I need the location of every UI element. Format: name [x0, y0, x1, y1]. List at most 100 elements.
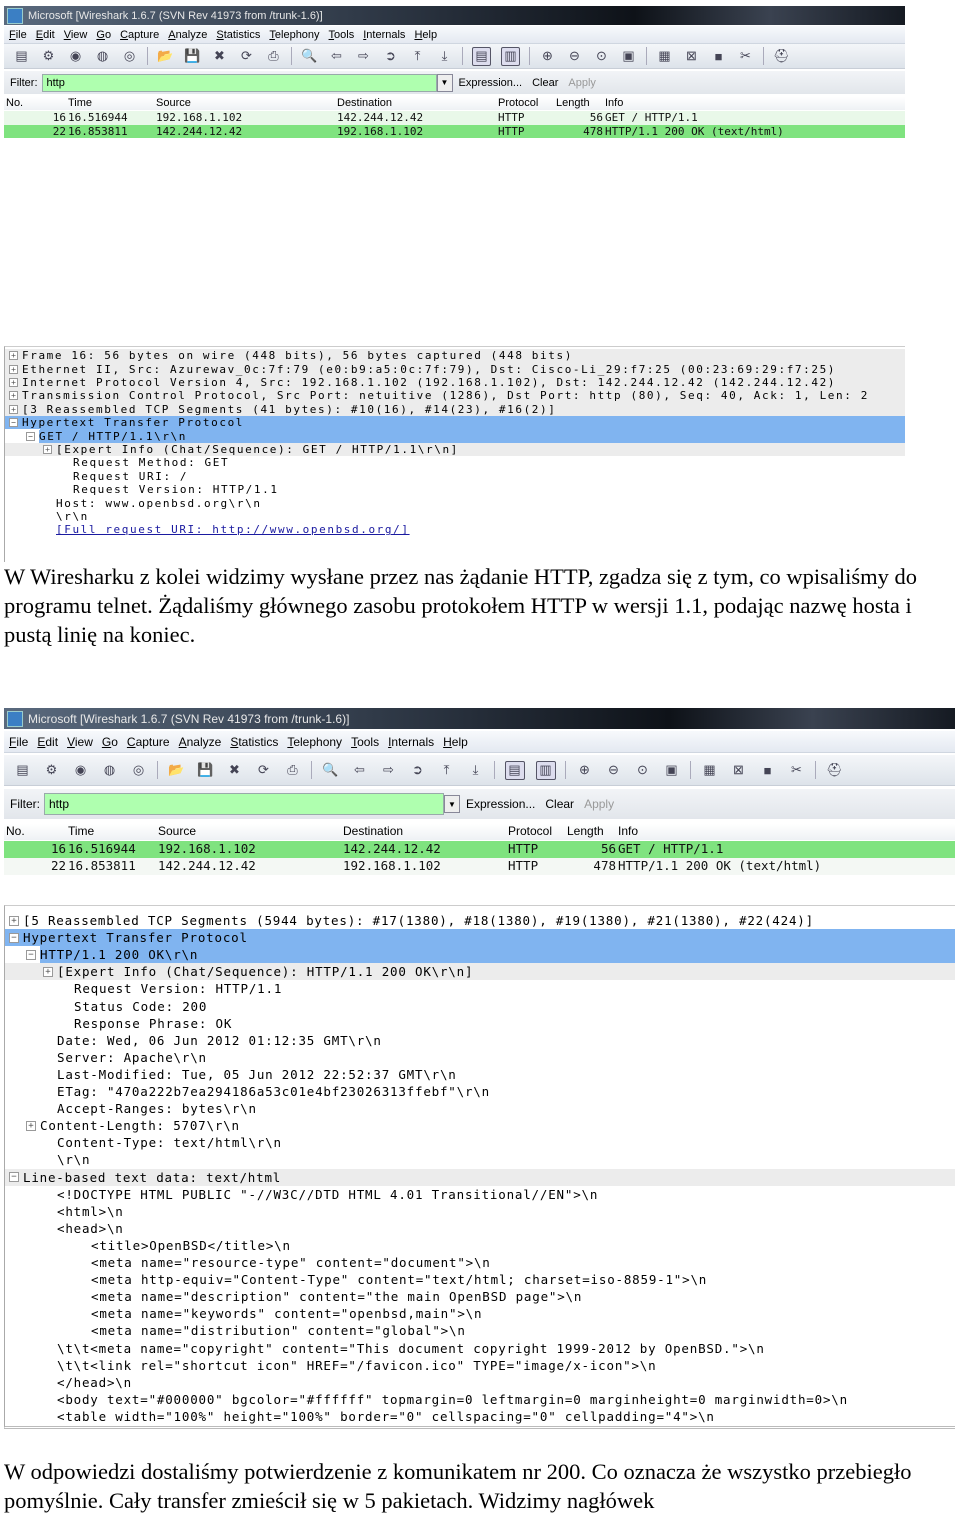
chevron-down-icon[interactable]: ▼ [436, 73, 453, 92]
detail-row[interactable]: Request Method: GET [5, 456, 905, 469]
print-icon[interactable]: ⎙ [284, 762, 302, 779]
menu-help[interactable]: Help [443, 735, 468, 749]
zoom-out-icon[interactable]: ⊖ [566, 48, 583, 65]
column-header-destination[interactable]: Destination [337, 97, 392, 109]
packet-row[interactable]: 22 16.853811 142.244.12.42 192.168.1.102 HTT… [4, 124, 905, 138]
go-to-packet-icon[interactable]: ➲ [382, 48, 399, 65]
column-header-source[interactable]: Source [156, 97, 191, 109]
open-file-icon[interactable]: 📂 [157, 48, 174, 65]
display-filters-icon[interactable]: ⊠ [683, 48, 700, 65]
detail-row[interactable]: − HTTP/1.1 200 OK\r\n [5, 946, 955, 964]
expand-icon[interactable]: + [9, 915, 19, 926]
close-file-icon[interactable]: ✖ [211, 48, 228, 65]
detail-row[interactable]: <head>\n [5, 1220, 955, 1237]
column-header-source[interactable]: Source [158, 824, 196, 838]
detail-row[interactable]: + [3 Reassembled TCP Segments (41 bytes):… [5, 402, 905, 416]
packet-row[interactable]: 16 16.516944 192.168.1.102 142.244.12.42 HTT… [4, 841, 955, 858]
detail-row[interactable]: Request Version: HTTP/1.1 [5, 980, 955, 997]
expand-icon[interactable]: + [26, 1120, 36, 1131]
menu-go[interactable]: Go [102, 735, 118, 749]
go-back-icon[interactable]: ⇦ [328, 48, 345, 65]
detail-row[interactable]: <body text="#000000" bgcolor="#ffffff" t… [5, 1391, 955, 1408]
detail-row[interactable]: <meta http-equiv="Content-Type" content=… [5, 1271, 955, 1288]
detail-row[interactable]: Request Version: HTTP/1.1 [5, 483, 905, 496]
expand-icon[interactable]: + [9, 351, 18, 361]
column-header-time[interactable]: Time [68, 824, 94, 838]
expand-icon[interactable]: + [9, 404, 18, 414]
go-back-icon[interactable]: ⇦ [351, 762, 369, 779]
menu-help[interactable]: Help [414, 29, 437, 41]
detail-row[interactable]: + [Expert Info (Chat/Sequence): HTTP/1.1 … [5, 963, 955, 981]
detail-row[interactable]: Host: www.openbsd.org\r\n [5, 496, 905, 510]
column-header-destination[interactable]: Destination [343, 824, 403, 838]
menu-tools[interactable]: Tools [351, 735, 379, 749]
detail-row[interactable]: + Frame 16: 56 bytes on wire (448 bits), … [5, 349, 905, 363]
apply-button[interactable]: Apply [584, 797, 614, 811]
expression-button[interactable]: Expression... [459, 77, 523, 89]
interface-list-icon[interactable]: ▤ [13, 48, 30, 65]
open-file-icon[interactable]: 📂 [168, 762, 186, 779]
collapse-icon[interactable]: − [9, 932, 19, 943]
menu-tools[interactable]: Tools [329, 29, 355, 41]
detail-row[interactable]: \t\t<meta name="copyright" content="This… [5, 1340, 955, 1357]
go-forward-icon[interactable]: ⇨ [380, 762, 398, 779]
detail-row[interactable]: <!DOCTYPE HTML PUBLIC "-//W3C//DTD HTML … [5, 1186, 955, 1203]
stop-capture-icon[interactable]: ◍ [101, 762, 119, 779]
menu-telephony[interactable]: Telephony [269, 29, 319, 41]
detail-row[interactable]: − Hypertext Transfer Protocol [5, 929, 955, 947]
collapse-icon[interactable]: − [26, 431, 35, 441]
capture-filters-icon[interactable]: ▦ [656, 48, 673, 65]
zoom-normal-icon[interactable]: ⊙ [593, 48, 610, 65]
filter-input[interactable]: http [44, 793, 444, 815]
collapse-icon[interactable]: − [9, 1172, 19, 1183]
expand-icon[interactable]: + [9, 377, 18, 387]
expand-icon[interactable]: + [43, 966, 53, 977]
column-header-length[interactable]: Length [567, 824, 604, 838]
help-icon[interactable]: ⛑ [826, 762, 844, 779]
detail-row[interactable]: <table width="100%" height="100%" border… [5, 1408, 955, 1425]
detail-row[interactable]: + Transmission Control Protocol, Src Port… [5, 389, 905, 403]
detail-row[interactable]: + Internet Protocol Version 4, Src: 192.1… [5, 375, 905, 390]
collapse-icon[interactable]: − [9, 418, 18, 428]
column-header-length[interactable]: Length [556, 97, 590, 109]
save-file-icon[interactable]: 💾 [197, 762, 215, 779]
detail-row[interactable]: + [Expert Info (Chat/Sequence): GET / HTT… [5, 442, 905, 457]
interface-list-icon[interactable]: ▤ [14, 762, 32, 779]
menu-capture[interactable]: Capture [127, 735, 170, 749]
menu-file[interactable]: File [9, 735, 28, 749]
resize-columns-icon[interactable]: ▣ [620, 48, 637, 65]
menu-view[interactable]: View [64, 29, 88, 41]
reload-icon[interactable]: ⟳ [238, 48, 255, 65]
expression-button[interactable]: Expression... [466, 797, 535, 811]
detail-row[interactable]: <html>\n [5, 1203, 955, 1220]
menu-statistics[interactable]: Statistics [230, 735, 278, 749]
detail-row[interactable]: </head>\n [5, 1374, 955, 1391]
detail-row[interactable]: + Ethernet II, Src: Azurewav_0c:7f:79 (e0… [5, 362, 905, 376]
go-first-icon[interactable]: ⤒ [409, 48, 426, 65]
reload-icon[interactable]: ⟳ [255, 762, 273, 779]
colorize-icon[interactable]: ▤ [504, 760, 525, 780]
detail-row[interactable]: − GET / HTTP/1.1\r\n [5, 429, 905, 443]
column-header-protocol[interactable]: Protocol [498, 97, 538, 109]
expand-icon[interactable]: + [43, 444, 52, 454]
menu-analyze[interactable]: Analyze [179, 735, 222, 749]
capture-filters-icon[interactable]: ▦ [701, 762, 719, 779]
expand-icon[interactable]: + [9, 391, 18, 401]
detail-row[interactable]: Accept-Ranges: bytes\r\n [5, 1100, 955, 1117]
detail-row[interactable]: Server: Apache\r\n [5, 1049, 955, 1066]
go-forward-icon[interactable]: ⇨ [355, 48, 372, 65]
detail-row[interactable]: Request URI: / [5, 470, 905, 483]
column-header-no[interactable]: No. [6, 824, 25, 838]
detail-row[interactable]: <meta name="keywords" content="openbsd,m… [5, 1305, 955, 1322]
packet-row[interactable]: 22 16.853811 142.244.12.42 192.168.1.102 HTT… [4, 858, 955, 875]
detail-row[interactable]: Response Phrase: OK [5, 1015, 955, 1032]
detail-row[interactable]: Status Code: 200 [5, 998, 955, 1015]
display-filters-icon[interactable]: ⊠ [730, 762, 748, 779]
menu-go[interactable]: Go [96, 29, 111, 41]
go-to-packet-icon[interactable]: ➲ [409, 762, 427, 779]
menu-edit[interactable]: Edit [36, 29, 55, 41]
find-packet-icon[interactable]: 🔍 [301, 48, 318, 65]
auto-scroll-icon[interactable]: ▥ [501, 46, 520, 66]
print-icon[interactable]: ⎙ [265, 48, 282, 65]
capture-options-icon[interactable]: ⚙ [40, 48, 57, 65]
